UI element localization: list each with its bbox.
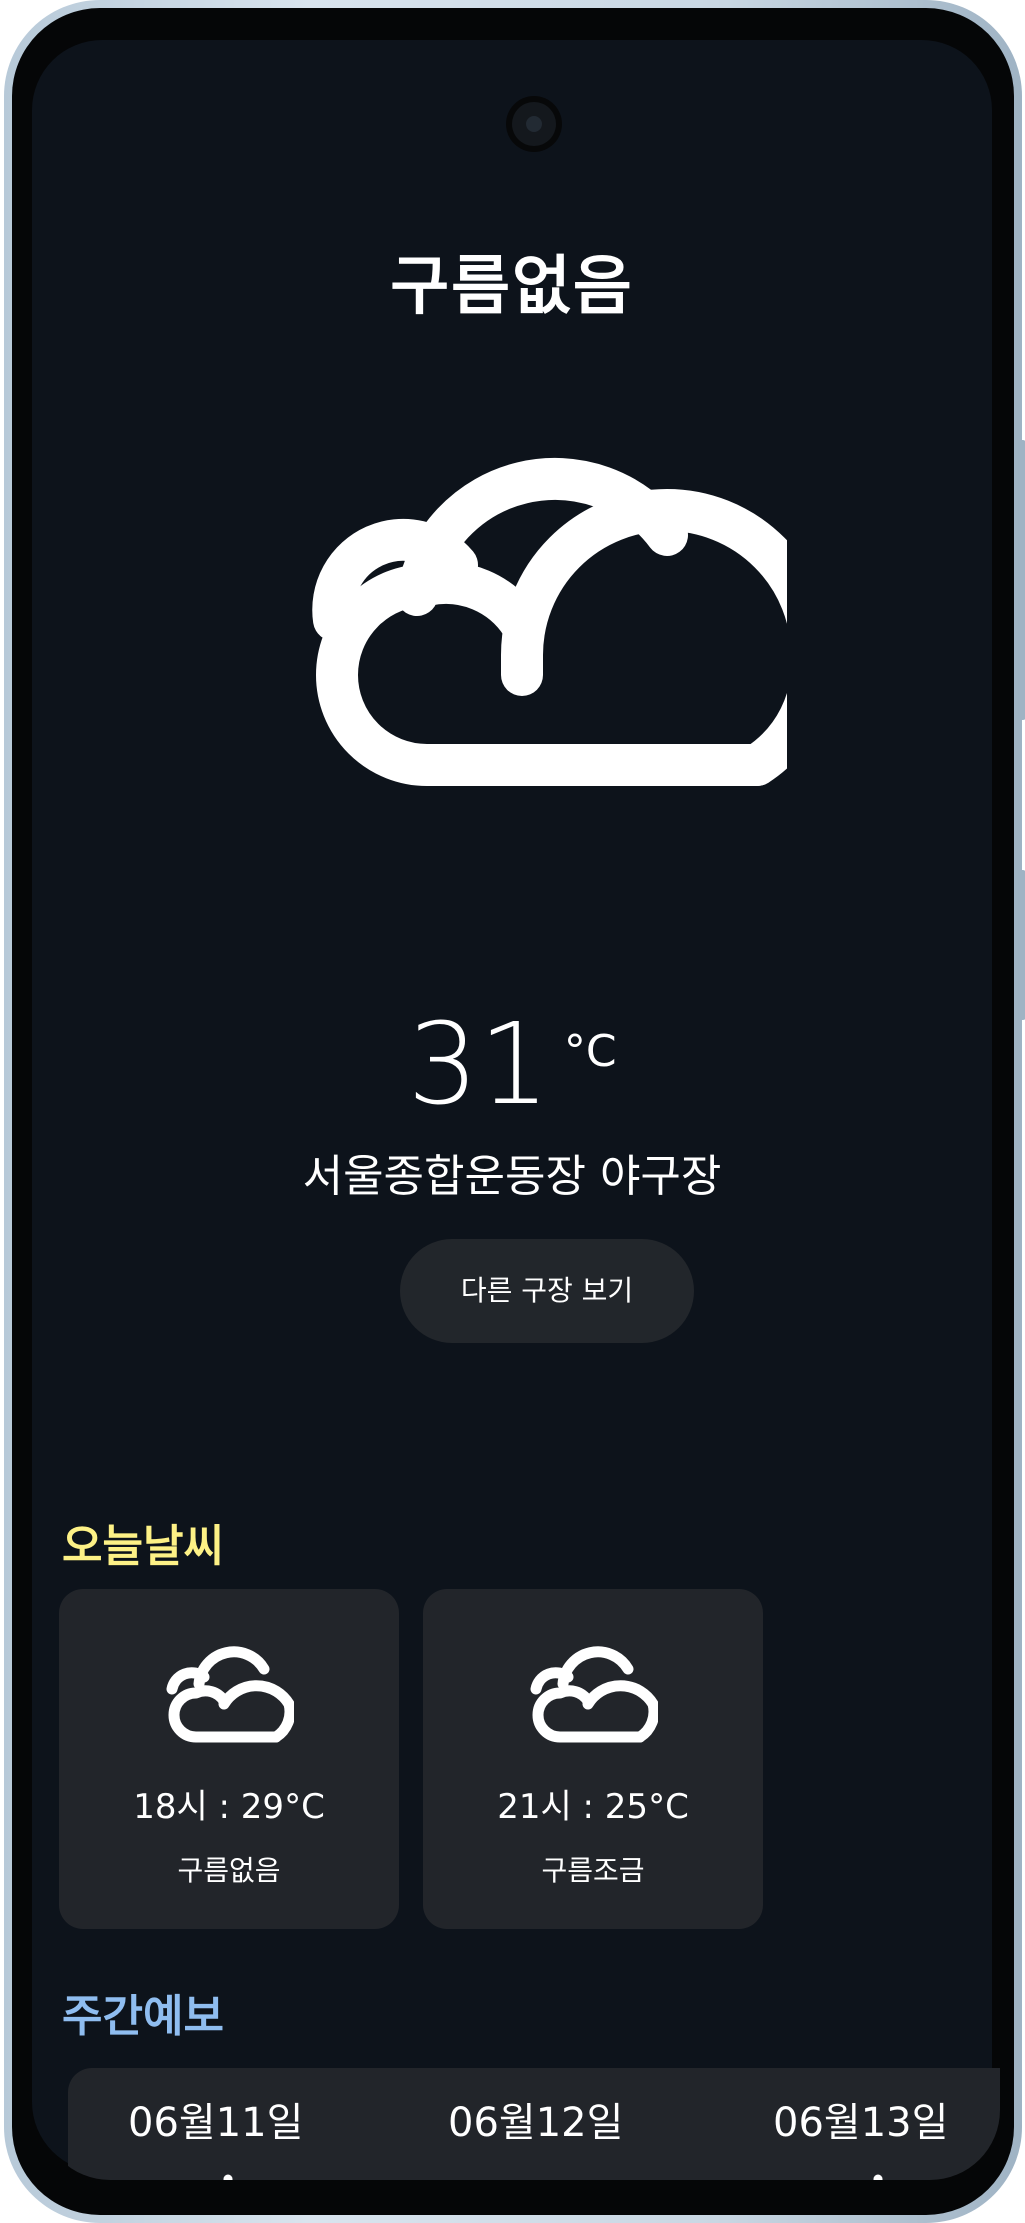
temperature-unit: °C (563, 1026, 617, 1077)
stadium-location: 서울종합운동장 야구장 (302, 1151, 722, 1202)
weather-condition-title: 구름없음 (390, 250, 634, 324)
hourly-time-temp: 21시 : 25°C (497, 1787, 689, 1827)
temperature-value: 31 (407, 1000, 550, 1130)
hourly-description: 구름없음 (177, 1854, 281, 1887)
cloud-icon (166, 1646, 294, 1743)
cloud-icon (530, 1646, 658, 1743)
sun-icon (223, 2174, 233, 2180)
hourly-card: 21시 : 25°C 구름조금 (423, 1589, 763, 1929)
hourly-card: 18시 : 29°C 구름없음 (59, 1589, 399, 1929)
today-weather-title: 오늘날씨 (62, 1521, 224, 1572)
weekly-date: 06월11일 (128, 2100, 304, 2146)
power-button (1018, 870, 1025, 1020)
cloud-icon (312, 457, 787, 786)
hourly-description: 구름조금 (541, 1854, 645, 1887)
hourly-time-temp: 18시 : 29°C (133, 1787, 325, 1827)
phone-frame: 구름없음 31 °C 서울종합운동장 야구장 다른 구장 보기 오늘날씨 18시… (4, 0, 1025, 2223)
front-camera (512, 102, 556, 146)
sun-icon (873, 2174, 883, 2180)
weekly-date: 06월13일 (773, 2100, 949, 2146)
weekly-forecast-title: 주간예보 (62, 1991, 224, 2042)
weekly-date: 06월12일 (448, 2100, 624, 2146)
app-screen: 구름없음 31 °C 서울종합운동장 야구장 다른 구장 보기 오늘날씨 18시… (32, 40, 992, 2172)
volume-button (1018, 440, 1025, 720)
weekly-forecast-strip[interactable]: 06월11일 06월12일 06월13일 (68, 2068, 1000, 2180)
current-temperature: 31 °C (32, 1000, 992, 1130)
cloud-icon (503, 2173, 603, 2180)
other-stadium-button[interactable]: 다른 구장 보기 (400, 1239, 694, 1343)
